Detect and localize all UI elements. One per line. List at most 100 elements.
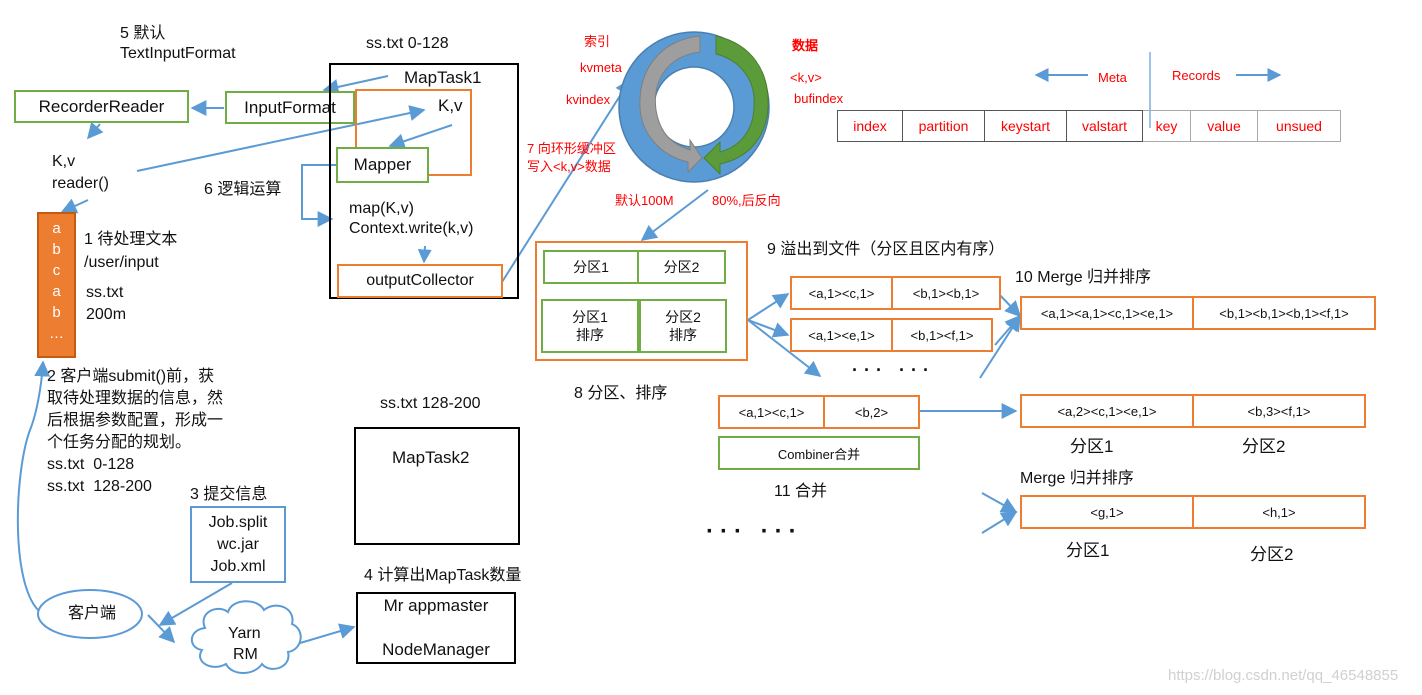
- partition2-sort-box: 分区2 排序: [639, 299, 727, 353]
- maptask1-title: MapTask1: [404, 68, 482, 87]
- watermark: https://blog.csdn.net/qq_46548855: [1168, 667, 1399, 684]
- merge2-cell: <h,1>: [1192, 495, 1366, 529]
- meta-cell: valstart: [1067, 110, 1143, 142]
- maptask2-split-label: ss.txt 128-200: [380, 395, 481, 412]
- step9-label: 9 溢出到文件（分区且区内有序）: [767, 241, 1005, 258]
- maptask1-split-label: ss.txt 0-128: [366, 35, 449, 52]
- combined-output-cell: <b,3><f,1>: [1192, 394, 1366, 428]
- step8-label: 8 分区、排序: [574, 385, 668, 402]
- partition2-sort-line: 分区2: [665, 309, 701, 325]
- partition2-box: 分区2: [637, 250, 726, 284]
- step10-label: 10 Merge 归并排序: [1015, 269, 1152, 286]
- rm-label: RM: [233, 646, 258, 663]
- meta-cell: keystart: [985, 110, 1067, 142]
- step3-label: 3 提交信息: [190, 486, 268, 503]
- input-path-label: /user/input: [84, 254, 159, 271]
- merge2-partition2: 分区2: [1250, 545, 1294, 564]
- arrow-reader-to-kv: [86, 121, 104, 140]
- combined-cell: <a,1><c,1>: [718, 395, 825, 429]
- maptask2-title: MapTask2: [392, 448, 470, 467]
- yarn-label: Yarn: [228, 625, 261, 642]
- record-cell: value: [1191, 110, 1258, 142]
- merged-partition2-cell: <b,1><b,1><b,1><f,1>: [1192, 296, 1376, 330]
- maptask2-box: [354, 427, 520, 545]
- merge2-label: Merge 归并排序: [1020, 470, 1134, 487]
- file-letter: c: [52, 262, 61, 279]
- spill1-cell: <b,1><b,1>: [891, 276, 1001, 310]
- kv-label: K,v: [52, 153, 76, 170]
- green-arrow: [703, 35, 769, 176]
- combiner-box: Combiner合并: [718, 436, 920, 470]
- meta-cell: partition: [903, 110, 985, 142]
- arrow-reader-to-file: [60, 198, 89, 214]
- spill2-cell: <a,1><e,1>: [790, 318, 893, 352]
- kvindex-label: kvindex: [566, 92, 611, 107]
- index-label: 索引: [584, 34, 611, 49]
- meta-cell: index: [837, 110, 903, 142]
- combined-output-partition2: 分区2: [1242, 437, 1286, 456]
- step2-line: 个任务分配的规划。: [47, 434, 192, 451]
- file-name-label: ss.txt: [86, 284, 124, 301]
- arrow-client-to-yarn: [147, 614, 176, 644]
- mapper-box: Mapper: [336, 147, 429, 183]
- arrow-spill2-to-merge: [994, 314, 1022, 346]
- default-size-label: 默认100M: [615, 193, 674, 208]
- records-label: Records: [1172, 68, 1221, 83]
- step5-label-line1: 5 默认: [120, 25, 166, 42]
- meta-label: Meta: [1098, 70, 1127, 85]
- file-letter: b: [52, 304, 61, 321]
- spill2-cell: <b,1><f,1>: [891, 318, 993, 352]
- kv-record-label: <k,v>: [790, 70, 822, 85]
- file-letter: a: [52, 283, 61, 300]
- context-write-label: Context.write(k,v): [349, 220, 474, 237]
- combiner-ellipsis: ··· ···: [706, 518, 803, 545]
- maptask1-kv: K,v: [438, 96, 463, 115]
- merge2-partition1: 分区1: [1066, 541, 1110, 560]
- job-file-item: Job.xml: [210, 558, 266, 575]
- combined-cell: <b,2>: [823, 395, 920, 429]
- partition1-sort-box: 分区1 排序: [541, 299, 639, 353]
- mapreduce-maptask-diagram: 5 默认 TextInputFormat RecorderReader Inpu…: [0, 0, 1422, 695]
- arrow-yarn-to-appmaster: [289, 623, 356, 647]
- step5-label-line2: TextInputFormat: [120, 45, 236, 62]
- arrow-a-to-merge2: [981, 492, 1018, 513]
- kvmeta-label: kvmeta: [580, 60, 622, 75]
- arrow-b-to-merge2: [981, 511, 1018, 534]
- threshold-label: 80%,后反向: [712, 193, 781, 208]
- arrow-partition-to-spill2: [747, 319, 790, 338]
- step1-label: 1 待处理文本: [84, 231, 178, 248]
- input-file-block: a b c a b …: [37, 212, 76, 358]
- combined-output-cell: <a,2><c,1><e,1>: [1020, 394, 1194, 428]
- kvbuffer-table: index partition keystart valstart key va…: [837, 110, 1341, 142]
- step7-label-line1: 7 向环形缓冲区: [527, 141, 616, 156]
- split1-label: ss.txt 0-128: [47, 456, 135, 473]
- client-label: 客户端: [68, 605, 117, 622]
- partition1-sort-line: 分区1: [572, 309, 608, 325]
- file-letter: a: [52, 220, 61, 237]
- record-cell: key: [1143, 110, 1191, 142]
- partition1-sort-line: 排序: [576, 327, 604, 343]
- output-collector-box: outputCollector: [337, 264, 503, 298]
- arrow-partition-to-spill1: [747, 293, 790, 321]
- arrow-client-to-file: [16, 360, 51, 611]
- reader-call-label: reader(): [52, 175, 109, 192]
- data-label: 数据: [792, 38, 819, 53]
- arrow-jobinfo-to-yarn: [158, 582, 233, 626]
- job-files-box: Job.split wc.jar Job.xml: [190, 506, 286, 583]
- partition2-sort-line: 排序: [669, 327, 697, 343]
- file-letter: b: [52, 241, 61, 258]
- record-cell: unsued: [1258, 110, 1341, 142]
- file-size-label: 200m: [86, 306, 127, 323]
- step2-line: 后根据参数配置，形成一: [47, 412, 224, 429]
- merge2-cell: <g,1>: [1020, 495, 1194, 529]
- bufindex-label: bufindex: [794, 91, 844, 106]
- spill-ellipsis: ··· ···: [852, 360, 935, 380]
- step2-line: 2 客户端submit()前，获: [47, 368, 215, 385]
- job-file-item: Job.split: [208, 514, 268, 531]
- partition1-box: 分区1: [543, 250, 639, 284]
- gray-arrow: [639, 35, 703, 174]
- nodemanager-label: NodeManager: [382, 640, 490, 659]
- map-call-label: map(K,v): [349, 200, 414, 217]
- step7-label-line2: 写入<k,v>数据: [527, 159, 611, 174]
- appmaster-label: Mr appmaster: [383, 596, 489, 615]
